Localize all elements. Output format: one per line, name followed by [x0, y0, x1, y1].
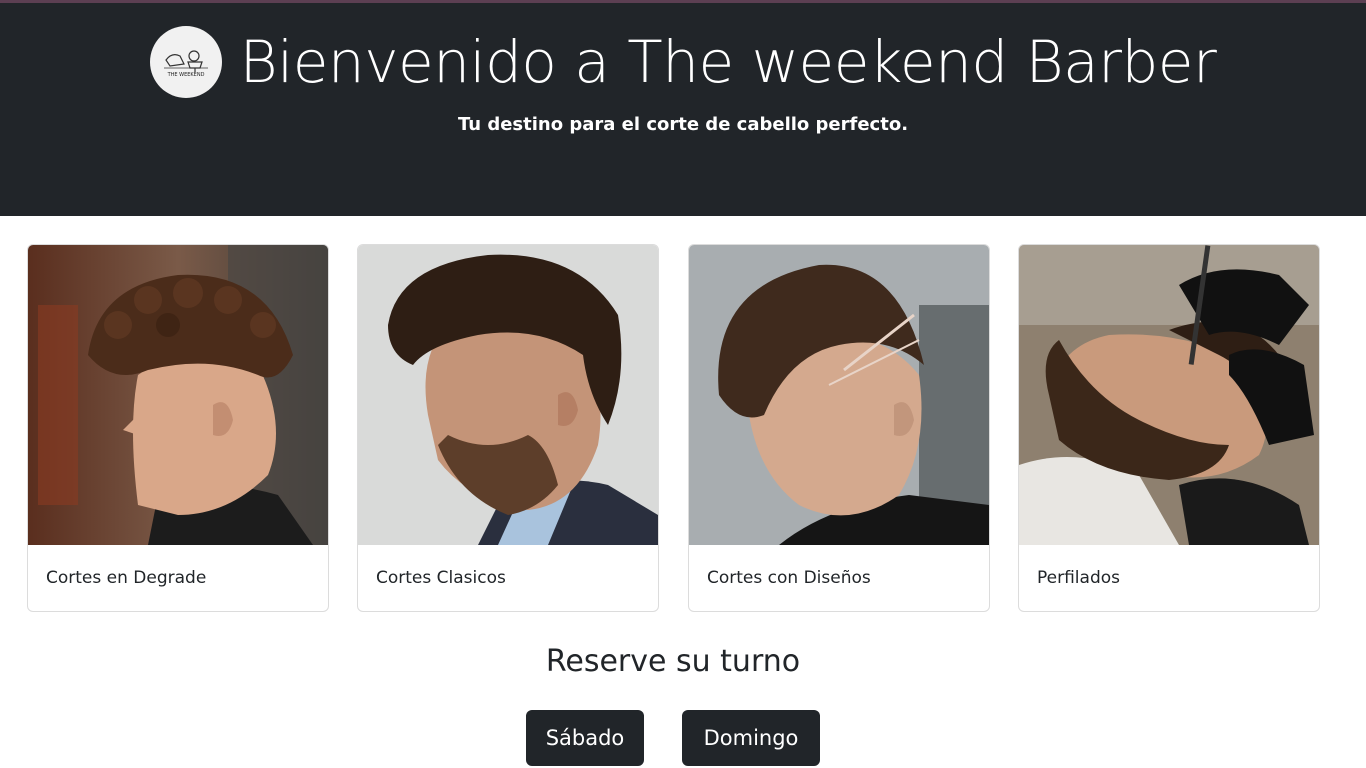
reserve-title: Reserve su turno	[545, 644, 801, 679]
service-label: Cortes Clasicos	[376, 568, 506, 588]
saturday-button[interactable]: Sábado	[526, 710, 644, 766]
sunday-button[interactable]: Domingo	[682, 710, 820, 766]
curly-fade-haircut-photo	[28, 245, 328, 545]
hero-header: THE WEEKEND Bienvenido a The weekend Bar…	[0, 3, 1366, 216]
services-cards: Cortes en Degrade Cortes Clasicos Cortes…	[27, 244, 1321, 613]
service-card-perfilados[interactable]: Perfilados	[1018, 244, 1320, 612]
service-label: Perfilados	[1037, 568, 1120, 588]
service-label: Cortes con Diseños	[707, 568, 871, 588]
logo-wordmark: THE WEEKEND	[166, 72, 204, 78]
beard-trim-photo	[1019, 245, 1319, 545]
service-card-degrade[interactable]: Cortes en Degrade	[27, 244, 329, 612]
barber-chair-logo-icon: THE WEEKEND	[163, 50, 208, 78]
service-label: Cortes en Degrade	[46, 568, 207, 588]
design-haircut-photo	[689, 245, 989, 545]
classic-haircut-photo	[358, 245, 658, 545]
page-title: Bienvenido a The weekend Barber	[239, 28, 1217, 96]
brand-row: THE WEEKEND Bienvenido a The weekend Bar…	[0, 22, 1366, 102]
service-card-clasicos[interactable]: Cortes Clasicos	[357, 244, 659, 612]
service-card-disenos[interactable]: Cortes con Diseños	[688, 244, 990, 612]
barber-logo: THE WEEKEND	[149, 26, 222, 98]
page-subtitle: Tu destino para el corte de cabello perf…	[457, 114, 909, 135]
